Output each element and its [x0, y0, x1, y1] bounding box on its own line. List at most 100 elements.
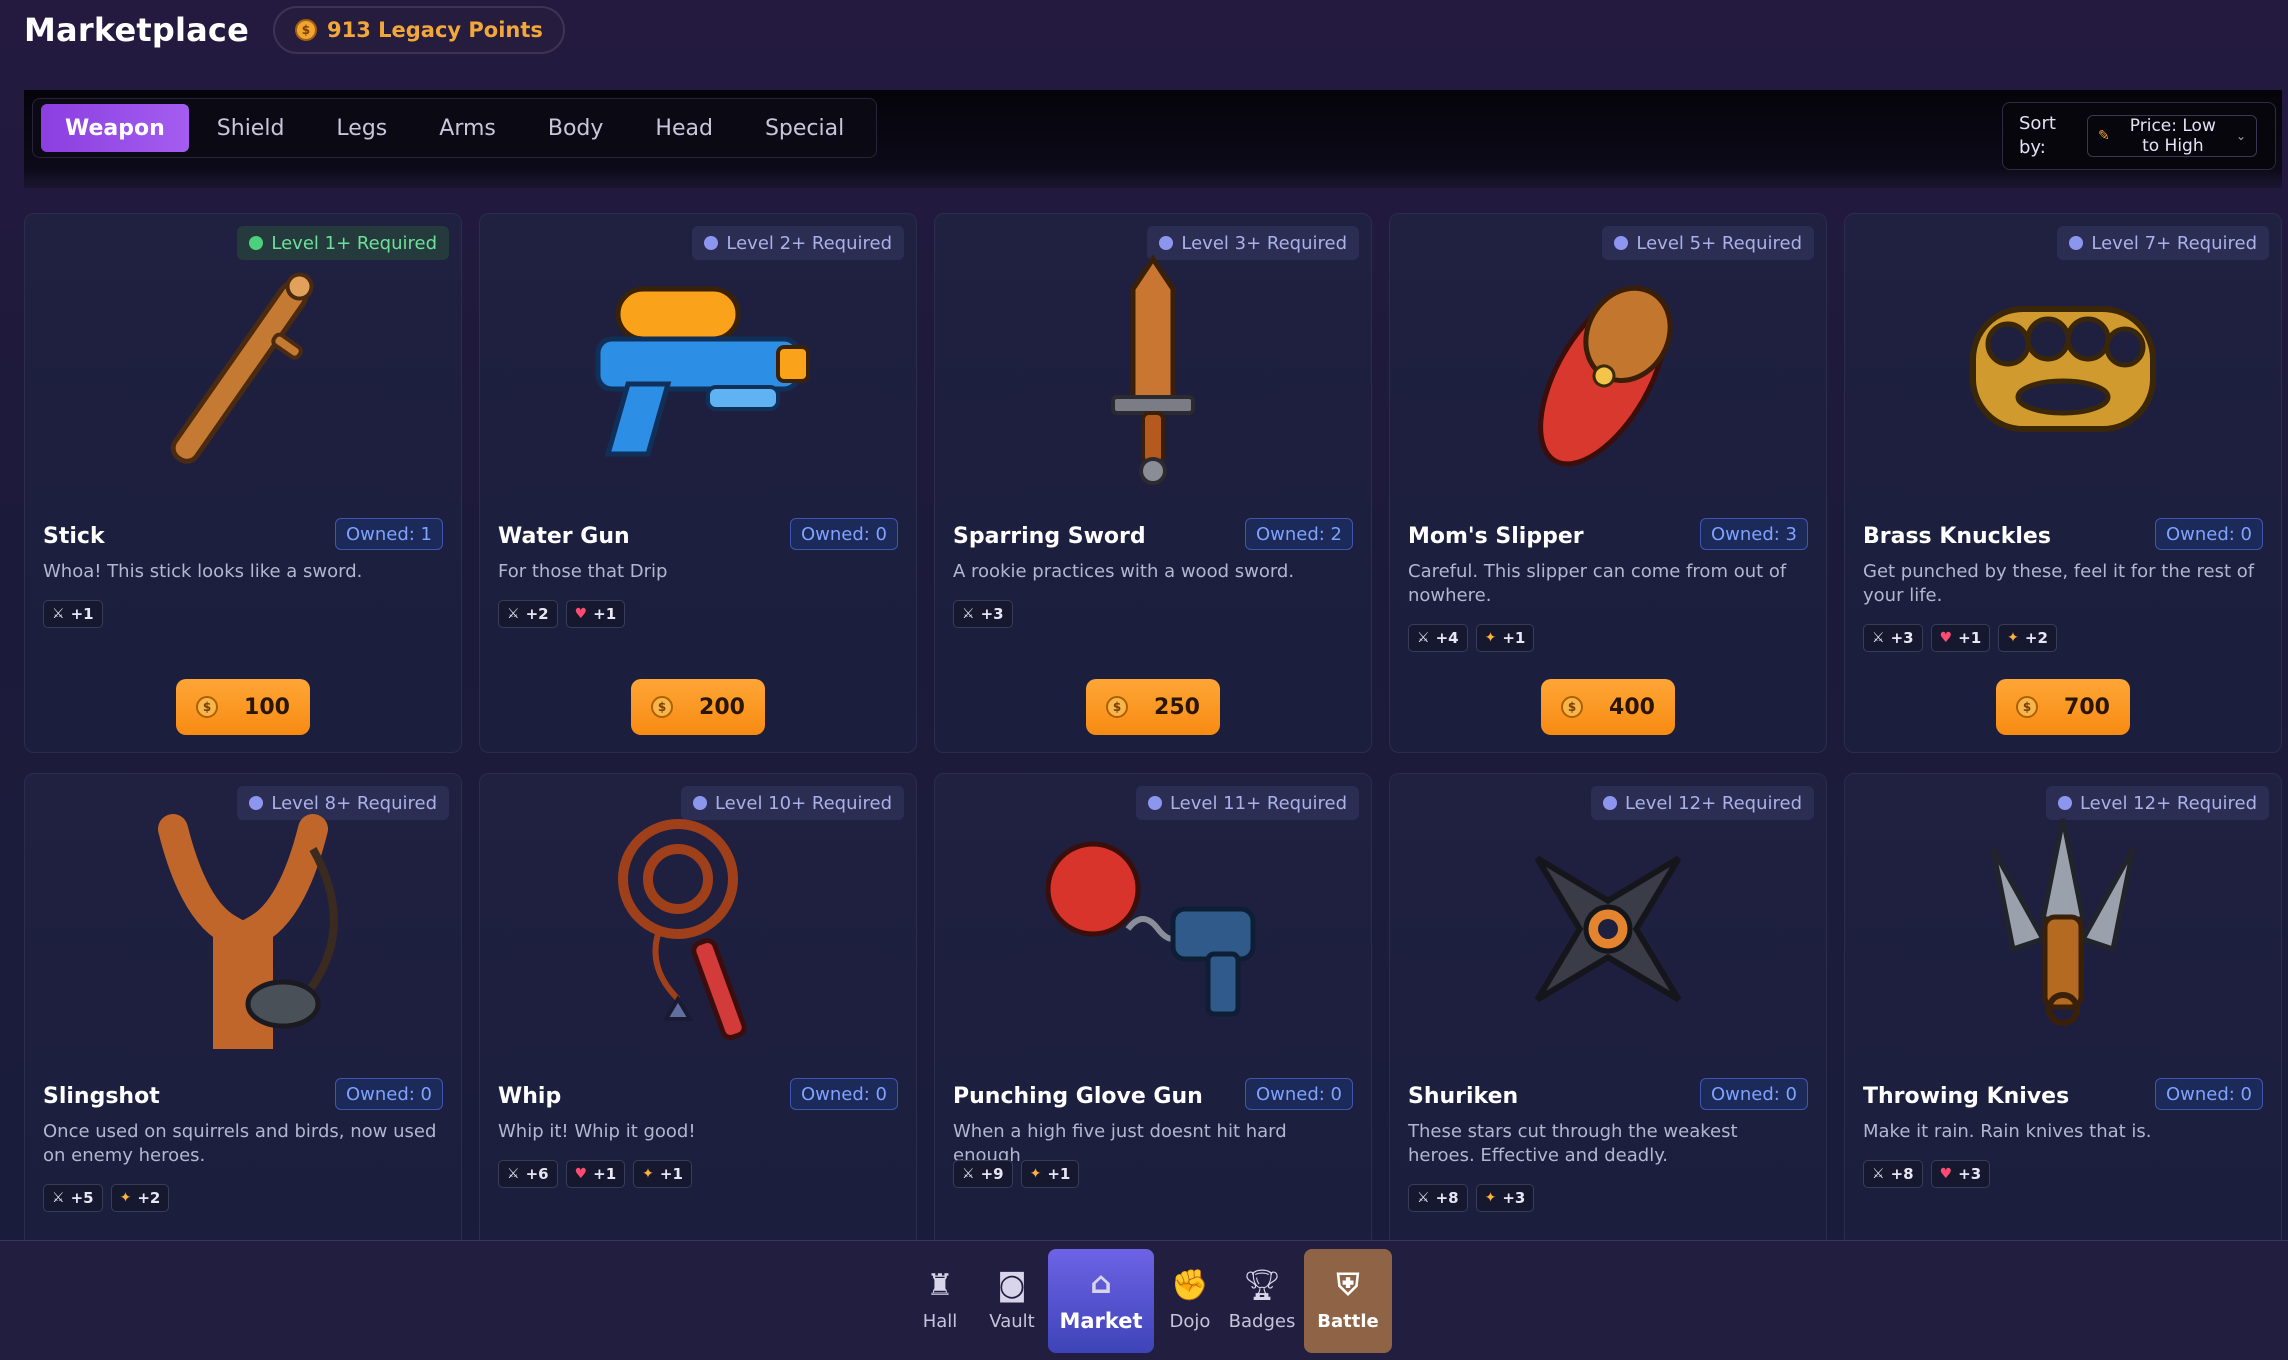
item-stats: ⚔ +4 ✦ +1 — [1408, 624, 1535, 652]
stat-speed: ✦ +1 — [1020, 1160, 1080, 1188]
attack-icon: ⚔ — [1417, 1190, 1430, 1206]
speed-icon: ✦ — [119, 1190, 132, 1206]
attack-icon: ⚔ — [962, 1166, 975, 1182]
stat-value: +3 — [980, 605, 1004, 623]
price-value: 400 — [1609, 694, 1655, 720]
stat-value: +3 — [1502, 1189, 1526, 1207]
item-name: Stick — [43, 524, 105, 549]
buy-button[interactable]: $200 — [631, 679, 765, 735]
heart-icon: ♥ — [1939, 630, 1953, 646]
nav-battle[interactable]: ⛨ Battle — [1304, 1249, 1392, 1353]
tab-head[interactable]: Head — [631, 104, 737, 152]
nav-vault[interactable]: ◙ Vault — [976, 1249, 1048, 1353]
item-card[interactable]: Level 3+ Required Sparring Sword Owned: 2A… — [934, 213, 1372, 753]
water-gun-icon — [480, 234, 916, 504]
speed-icon: ✦ — [642, 1166, 654, 1182]
speed-icon: ✦ — [1029, 1166, 1042, 1182]
stat-attack: ⚔ +9 — [953, 1160, 1013, 1188]
owned-badge: Owned: 3 — [1699, 518, 1808, 550]
item-name: Punching Glove Gun — [953, 1084, 1203, 1109]
buy-button[interactable]: $100 — [176, 679, 310, 735]
speed-icon: ✦ — [2007, 630, 2019, 646]
nav-label: Dojo — [1169, 1310, 1211, 1332]
tab-shield[interactable]: Shield — [193, 104, 309, 152]
item-card[interactable]: Level 11+ Required Punching Glove Gun Owne… — [934, 773, 1372, 1313]
tab-special[interactable]: Special — [741, 104, 868, 152]
item-card[interactable]: Level 12+ Required Throwing Knives Owned: … — [1844, 773, 2282, 1313]
item-stats: ⚔ +1 — [43, 600, 103, 628]
item-card[interactable]: Level 12+ Required Shuriken Owned: 0 These … — [1389, 773, 1827, 1313]
shuriken-icon — [1390, 794, 1826, 1064]
stat-attack: ⚔ +1 — [43, 600, 103, 628]
buy-button[interactable]: $700 — [1996, 679, 2130, 735]
item-card[interactable]: Level 8+ Required Slingshot Owned: 0 Once u… — [24, 773, 462, 1313]
item-name: Sparring Sword — [953, 524, 1146, 549]
nav-label: Hall — [922, 1310, 958, 1332]
buy-button[interactable]: $400 — [1541, 679, 1675, 735]
coin-icon: $ — [651, 696, 674, 718]
owned-badge: Owned: 0 — [1244, 1078, 1353, 1110]
nav-label: Market — [1059, 1309, 1143, 1333]
owned-badge: Owned: 1 — [334, 518, 443, 550]
item-stats: ⚔ +2 ♥ +1 — [498, 600, 626, 628]
tab-legs[interactable]: Legs — [312, 104, 411, 152]
bottom-nav: ♜ Hall ◙ Vault ⌂ Market ✊ Dojo 🏆︎ Badges ⛨ Battle — [0, 1240, 2288, 1360]
tab-body[interactable]: Body — [524, 104, 628, 152]
owned-badge: Owned: 2 — [1244, 518, 1353, 550]
attack-icon: ⚔ — [507, 606, 520, 622]
stat-attack: ⚔ +5 — [43, 1184, 103, 1212]
item-name: Mom's Slipper — [1408, 524, 1584, 549]
trophy-icon: 🏆︎ — [1242, 1267, 1282, 1303]
item-stats: ⚔ +8 ✦ +3 — [1408, 1184, 1535, 1212]
item-stats: ⚔ +5 ✦ +2 — [43, 1184, 170, 1212]
attack-icon: ⚔ — [1417, 630, 1430, 646]
item-description: These stars cut through the weakest hero… — [1408, 1121, 1738, 1166]
tab-arms[interactable]: Arms — [415, 104, 520, 152]
stat-value: +4 — [1435, 629, 1459, 647]
vault-icon: ◙ — [997, 1267, 1027, 1303]
item-name: Throwing Knives — [1863, 1084, 2070, 1109]
stat-health: ♥ +1 — [1930, 624, 1991, 652]
stat-attack: ⚔ +8 — [1408, 1184, 1468, 1212]
nav-market[interactable]: ⌂ Market — [1048, 1249, 1154, 1353]
item-card[interactable]: Level 1+ Required Stick Owned: 1 Whoa! This… — [24, 213, 462, 753]
stat-value: +1 — [593, 605, 617, 623]
shield-icon: ⛨ — [1336, 1267, 1360, 1303]
item-stats: ⚔ +3 — [953, 600, 1013, 628]
points-badge: $ 913 Legacy Points — [272, 6, 565, 54]
sort-value: Price: Low to High — [2129, 116, 2216, 156]
stat-value: +2 — [137, 1189, 161, 1207]
item-card[interactable]: Level 5+ Required Mom's Slipper Owned: 3 Ca… — [1389, 213, 1827, 753]
item-description: A rookie practices with a wood sword. — [953, 561, 1295, 582]
attack-icon: ⚔ — [52, 606, 65, 622]
stat-speed: ✦ +1 — [633, 1160, 692, 1188]
nav-dojo[interactable]: ✊ Dojo — [1154, 1249, 1226, 1353]
stat-value: +1 — [1047, 1165, 1071, 1183]
sort-dropdown[interactable]: ✎ Price: Low to High ⌄ — [2087, 115, 2257, 157]
nav-badges[interactable]: 🏆︎ Badges — [1226, 1249, 1298, 1353]
item-description: Whip it! Whip it good! — [498, 1121, 696, 1142]
buy-button[interactable]: $250 — [1086, 679, 1220, 735]
attack-icon: ⚔ — [507, 1166, 520, 1182]
attack-icon: ⚔ — [962, 606, 975, 622]
item-card[interactable]: Level 7+ Required Brass Knuckles Owned: 0G… — [1844, 213, 2282, 753]
nav-label: Badges — [1228, 1310, 1296, 1332]
throwing-knives-icon — [1845, 794, 2281, 1064]
item-description: Make it rain. Rain knives that is. — [1863, 1121, 2152, 1142]
owned-badge: Owned: 0 — [789, 518, 898, 550]
item-card[interactable]: Level 10+ Required Whip Owned: 0 Whip it! W… — [479, 773, 917, 1313]
tab-weapon[interactable]: Weapon — [41, 104, 189, 152]
attack-icon: ⚔ — [1872, 1166, 1885, 1182]
header: Marketplace $ 913 Legacy Points — [24, 0, 565, 60]
points-text: 913 Legacy Points — [326, 18, 543, 42]
item-card[interactable]: Level 2+ Required Water Gun Owned: 0 For th… — [479, 213, 917, 753]
stat-value: +1 — [70, 605, 94, 623]
slipper-icon — [1390, 234, 1826, 504]
speed-icon: ✦ — [1484, 1190, 1497, 1206]
item-description: Once used on squirrels and birds, now us… — [43, 1121, 437, 1166]
item-name: Whip — [498, 1084, 562, 1109]
chevron-down-icon: ⌄ — [2235, 129, 2246, 143]
sort-label: Sort by: — [2019, 113, 2056, 158]
item-description: Careful. This slipper can come from out … — [1408, 561, 1787, 606]
nav-hall[interactable]: ♜ Hall — [904, 1249, 976, 1353]
